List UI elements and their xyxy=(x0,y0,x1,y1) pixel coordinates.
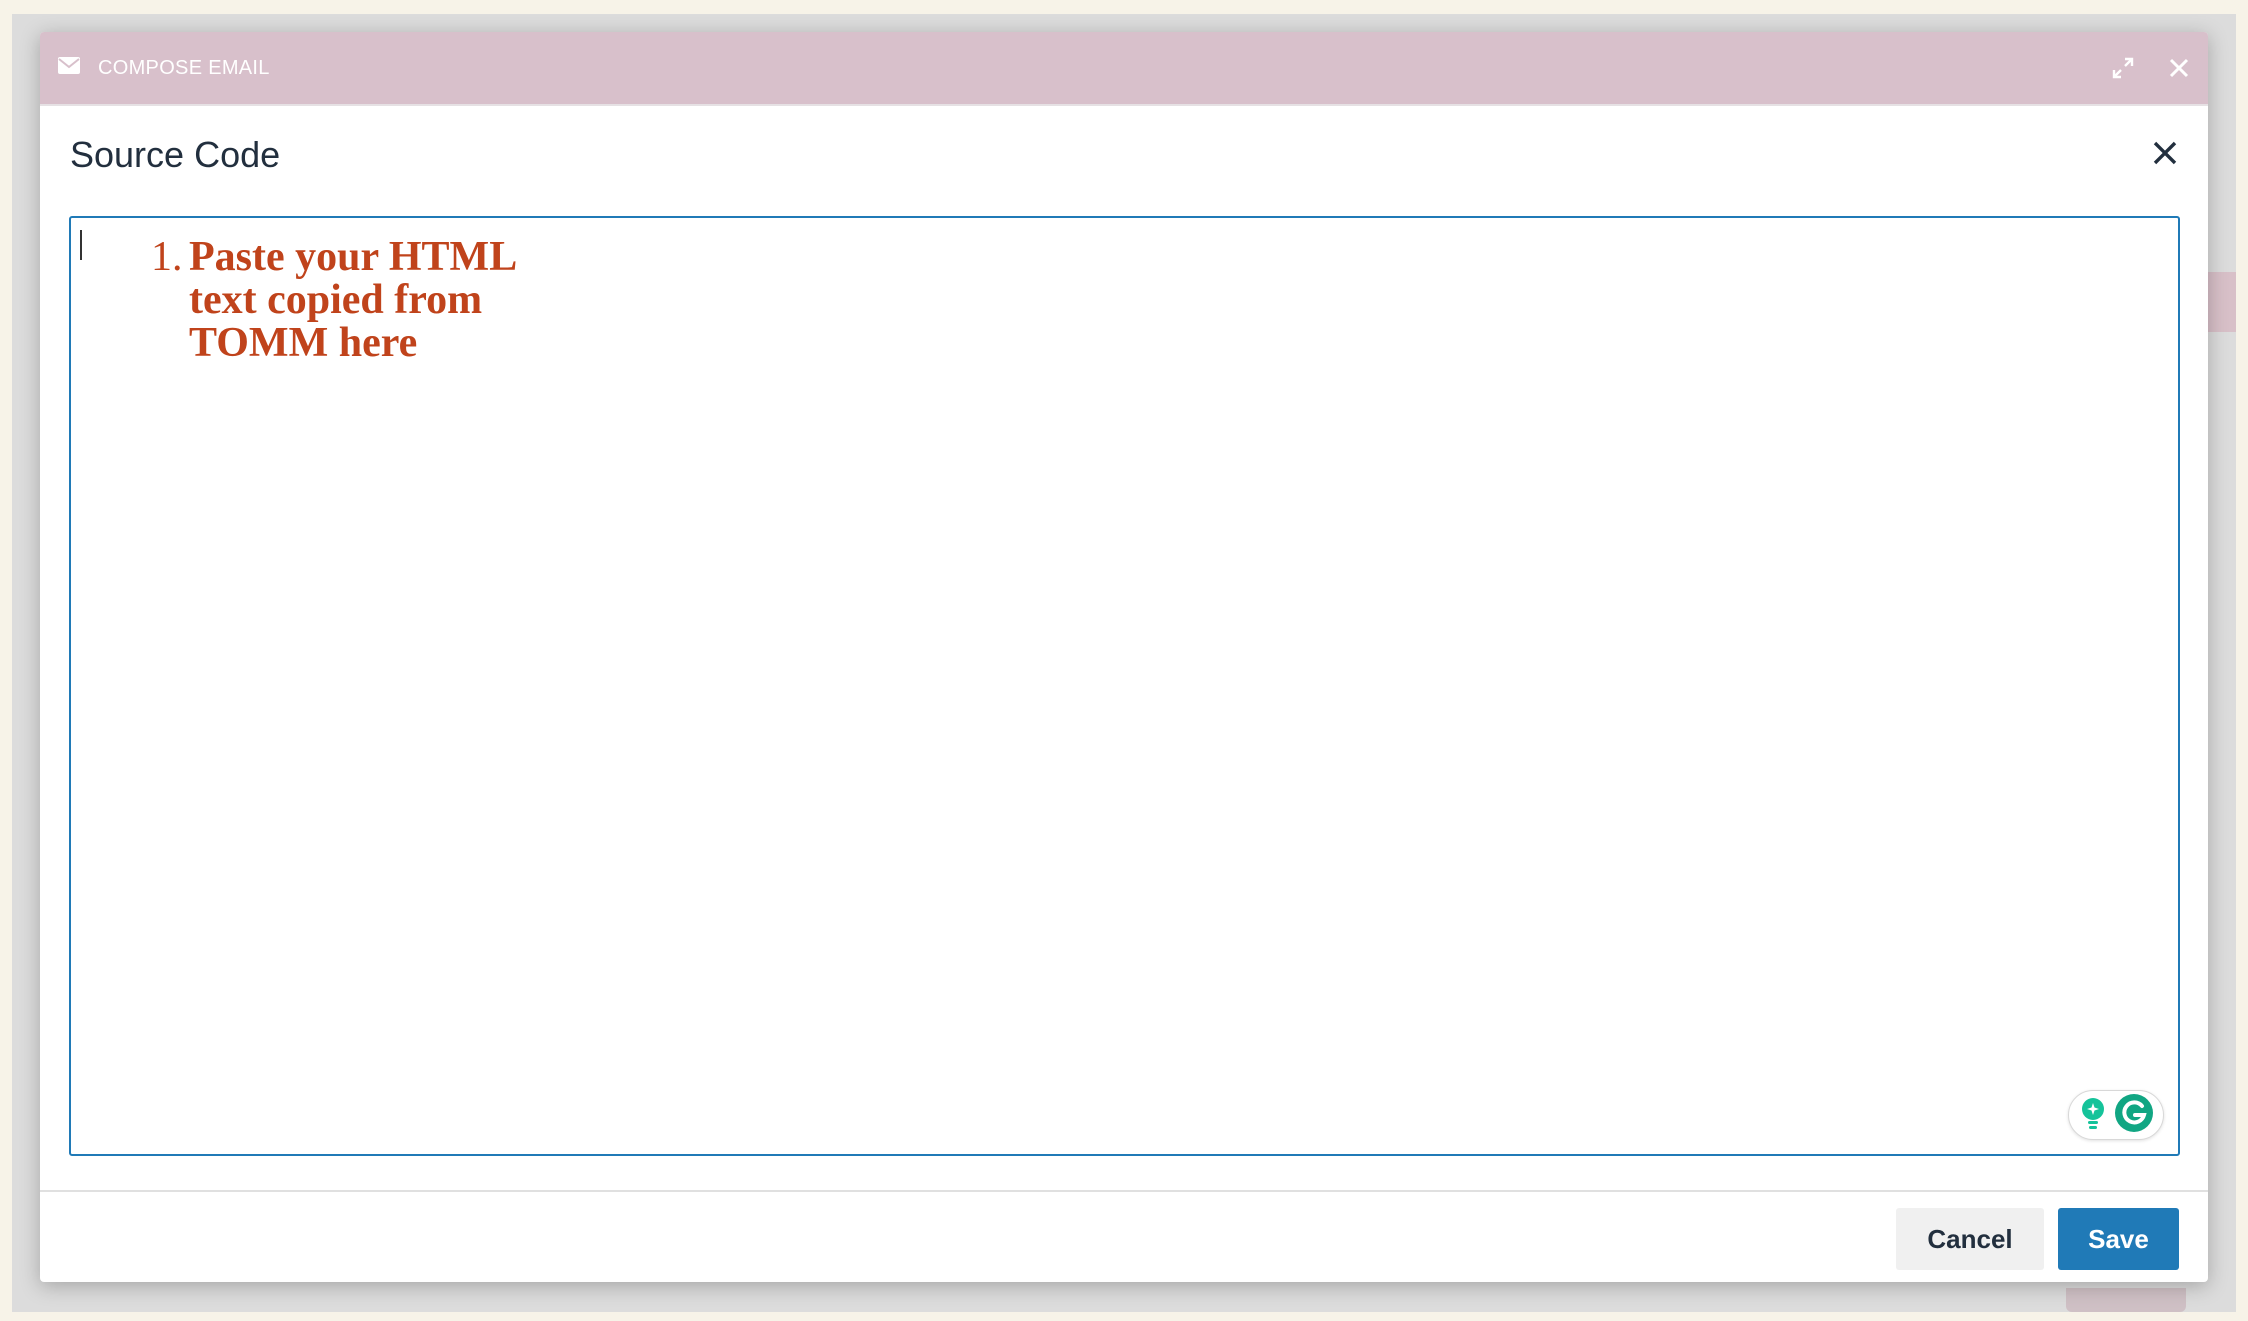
expand-icon[interactable] xyxy=(2112,57,2134,79)
list-item-number: 1. xyxy=(151,234,183,280)
ordered-list: 1. Paste your HTML text copied from TOMM… xyxy=(151,236,549,365)
background-button-bottom xyxy=(2066,1288,2186,1312)
list-item: 1. Paste your HTML text copied from TOMM… xyxy=(151,236,549,365)
source-code-textarea[interactable]: 1. Paste your HTML text copied from TOMM… xyxy=(69,216,2180,1156)
compose-header: COMPOSE EMAIL xyxy=(40,32,2208,104)
compose-title: COMPOSE EMAIL xyxy=(98,56,270,79)
dialog-title: Source Code xyxy=(70,134,281,175)
text-cursor xyxy=(80,230,82,260)
background-button xyxy=(2206,272,2236,332)
list-item-text: Paste your HTML text copied from TOMM he… xyxy=(189,234,515,366)
cancel-button[interactable]: Cancel xyxy=(1896,1208,2044,1270)
grammarly-widget[interactable] xyxy=(2068,1090,2164,1140)
compose-email-window: COMPOSE EMAIL Source Code 1. Paste your … xyxy=(40,32,2208,1282)
envelope-icon xyxy=(58,57,80,79)
dialog-close-icon[interactable] xyxy=(2152,140,2178,171)
editor-content: 1. Paste your HTML text copied from TOMM… xyxy=(151,236,549,365)
compose-close-icon[interactable] xyxy=(2168,57,2190,79)
save-button[interactable]: Save xyxy=(2058,1208,2179,1270)
lightbulb-icon[interactable] xyxy=(2078,1096,2108,1135)
dialog-footer: Cancel Save xyxy=(1896,1208,2179,1270)
grammarly-icon[interactable] xyxy=(2114,1093,2154,1138)
footer-divider xyxy=(40,1190,2208,1192)
dialog-header: Source Code xyxy=(40,106,2208,204)
